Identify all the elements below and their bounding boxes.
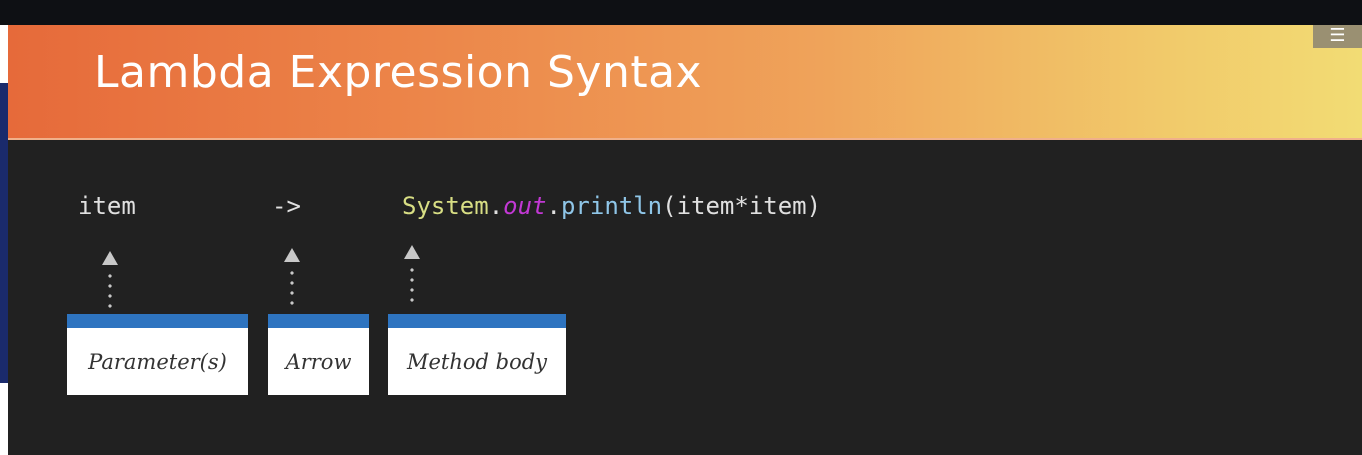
code-arguments: (item*item)	[662, 192, 822, 220]
code-dot: .	[546, 192, 561, 220]
code-class-name: System	[402, 192, 489, 220]
arrowhead-icon	[102, 251, 118, 265]
code-method-name: println	[560, 192, 663, 220]
title-banner: Lambda Expression Syntax	[8, 25, 1362, 140]
code-field: out	[503, 192, 547, 220]
dotted-line	[410, 265, 414, 305]
left-edge-strip	[0, 25, 8, 455]
code-parameter: item	[78, 192, 136, 220]
label-parameters: Parameter(s)	[67, 314, 248, 395]
arrowhead-icon	[284, 248, 300, 262]
code-dot: .	[488, 192, 504, 220]
hamburger-menu-icon[interactable]: ☰	[1313, 25, 1362, 48]
label-arrow: Arrow	[268, 314, 369, 395]
arrow-pointer-arrow-icon	[282, 248, 302, 314]
dotted-line	[290, 268, 294, 308]
method-body-pointer-arrow-icon	[402, 245, 422, 311]
left-edge-blue	[0, 83, 8, 383]
dotted-line	[108, 271, 112, 311]
arrowhead-icon	[404, 245, 420, 259]
slide-title: Lambda Expression Syntax	[94, 47, 703, 98]
slide: Lambda Expression Syntax ☰ item -> Syste…	[8, 25, 1362, 455]
parameter-pointer-arrow-icon	[100, 251, 120, 317]
top-bar	[0, 0, 1362, 25]
code-arrow: ->	[272, 192, 301, 220]
code-method-body: System.out.println(item*item)	[402, 192, 821, 220]
label-method-body: Method body	[388, 314, 566, 395]
